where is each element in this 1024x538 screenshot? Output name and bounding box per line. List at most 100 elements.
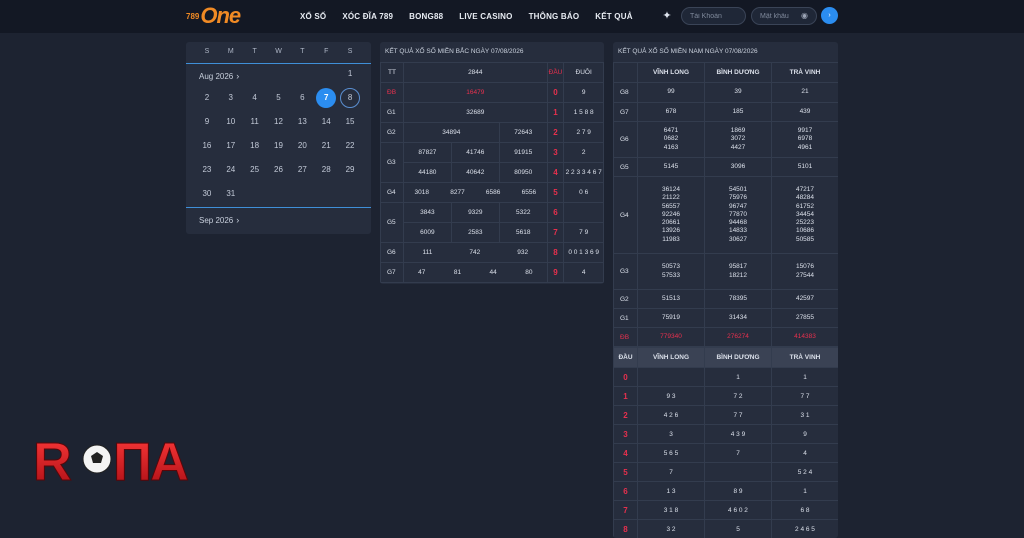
- calendar-day[interactable]: 26: [267, 160, 291, 180]
- weekday-label: S: [347, 48, 353, 55]
- calendar-blank: [219, 64, 243, 84]
- calendar-day[interactable]: 28: [314, 160, 338, 180]
- star-icon[interactable]: ✦: [661, 10, 673, 22]
- calendar-day[interactable]: 10: [219, 112, 243, 132]
- south-header-blank: [613, 62, 638, 83]
- calendar-day[interactable]: 16: [195, 136, 219, 156]
- nav-item-5[interactable]: KẾT QUẢ: [595, 12, 632, 21]
- calendar-day[interactable]: 9: [195, 112, 219, 132]
- prize-values: 42597: [771, 289, 838, 309]
- calendar-day-number: 20: [297, 141, 307, 150]
- loto-tail-digits: 3 1 8: [637, 500, 705, 520]
- eye-icon[interactable]: ◉: [801, 11, 811, 21]
- prize-value: 80: [525, 269, 533, 276]
- prize-values: 5101: [771, 157, 838, 177]
- calendar-day[interactable]: 21: [314, 136, 338, 156]
- watermark-text: R: [33, 432, 71, 484]
- loto-tail-digits: 1: [704, 367, 772, 387]
- calendar-day-number: 19: [274, 141, 283, 150]
- calendar-day-number: 3: [228, 93, 233, 102]
- loto-head-digit: 3: [546, 142, 565, 163]
- prize-value: 0682: [663, 135, 679, 143]
- loto-head-digit: 9: [546, 262, 565, 283]
- loto-head-digit: 1: [546, 102, 565, 123]
- prize-values: 39: [704, 82, 772, 103]
- calendar-day[interactable]: 30: [195, 184, 219, 204]
- loto-header-province: TRÀ VINH: [771, 347, 838, 368]
- calendar-day[interactable]: 8: [338, 88, 362, 108]
- loto-tail-digits: 3 1: [771, 405, 838, 425]
- calendar-day-number: 2: [204, 93, 210, 102]
- calendar-day[interactable]: 24: [219, 160, 243, 180]
- loto-header-province: BÌNH DƯƠNG: [704, 347, 772, 368]
- loto-tail-digits: 9: [771, 424, 838, 444]
- loto-head-digit: 8: [613, 519, 638, 538]
- prize-value: 6471: [663, 127, 679, 135]
- weekday-label: W: [275, 48, 282, 55]
- prize-values: 75919: [637, 308, 705, 328]
- loto-head-digit: 4: [613, 443, 638, 463]
- calendar-day[interactable]: 23: [195, 160, 219, 180]
- calendar-day[interactable]: 29: [338, 160, 362, 180]
- calendar-day[interactable]: 4: [243, 88, 267, 108]
- prize-value: 16479: [402, 82, 548, 103]
- month-label-next[interactable]: Sep 2026 ›: [199, 215, 239, 225]
- prize-values: 21: [771, 82, 838, 103]
- prize-value: 57533: [661, 271, 681, 279]
- calendar-day[interactable]: 7: [314, 88, 338, 108]
- calendar-day[interactable]: 11: [243, 112, 267, 132]
- calendar-day[interactable]: 22: [338, 136, 362, 156]
- prize-values: 78395: [704, 289, 772, 309]
- calendar-day-number: 28: [321, 165, 331, 174]
- nav-item-4[interactable]: THÔNG BÁO: [529, 12, 580, 21]
- loto-tail-digits: [563, 202, 604, 223]
- prize-values: 47 81 44 80: [402, 262, 548, 283]
- prize-value: 5322: [498, 202, 548, 223]
- username-input[interactable]: [681, 7, 746, 25]
- prize-label: G3: [613, 253, 638, 290]
- calendar-day[interactable]: 2: [195, 88, 219, 108]
- calendar-day[interactable]: 17: [219, 136, 243, 156]
- calendar-day[interactable]: 12: [267, 112, 291, 132]
- prize-value: 25223: [795, 219, 815, 227]
- calendar-day[interactable]: 25: [243, 160, 267, 180]
- calendar-day[interactable]: 15: [338, 112, 362, 132]
- nav-item-2[interactable]: BONG88: [409, 12, 443, 21]
- calendar-day-number: 8: [340, 88, 361, 108]
- logo[interactable]: 789 One: [186, 3, 241, 28]
- calendar-day[interactable]: 6: [290, 88, 314, 108]
- loto-tail-digits: 1: [771, 367, 838, 387]
- calendar-day[interactable]: 14: [314, 112, 338, 132]
- prize-label: G1: [380, 102, 404, 123]
- prize-value: 15076: [795, 263, 815, 271]
- prize-values: 414383: [771, 327, 838, 347]
- prize-value: 18212: [728, 271, 748, 279]
- login-button[interactable]: ›: [821, 7, 838, 24]
- calendar-day[interactable]: 31: [219, 184, 243, 204]
- calendar-day[interactable]: 5: [267, 88, 291, 108]
- prize-values: 3096: [704, 157, 772, 177]
- calendar-day[interactable]: 1: [338, 64, 362, 84]
- prize-value: 42597: [795, 294, 815, 302]
- prize-value: 61752: [795, 202, 815, 210]
- calendar-day-number: 16: [202, 141, 212, 150]
- nav-item-3[interactable]: LIVE CASINO: [459, 12, 512, 21]
- prize-value: 77870: [728, 210, 748, 218]
- calendar-day[interactable]: 19: [267, 136, 291, 156]
- loto-tail-digits: 4: [771, 443, 838, 463]
- calendar-day[interactable]: 13: [290, 112, 314, 132]
- loto-tail-digits: 7 7: [771, 386, 838, 406]
- calendar-day[interactable]: 27: [290, 160, 314, 180]
- prize-label: ĐB: [380, 82, 404, 103]
- calendar-day-number: 27: [297, 165, 307, 174]
- prize-value: 6009: [402, 222, 452, 243]
- calendar-day[interactable]: 18: [243, 136, 267, 156]
- nav-item-0[interactable]: XỔ SỐ: [300, 12, 326, 21]
- prize-value: 111: [422, 249, 433, 256]
- prize-value: 414383: [794, 332, 816, 340]
- nav-item-1[interactable]: XÓC ĐĨA 789: [342, 12, 393, 21]
- prize-value: 87827: [402, 142, 452, 163]
- calendar-day[interactable]: 3: [219, 88, 243, 108]
- calendar-day[interactable]: 20: [290, 136, 314, 156]
- top-bar: 789 One XỔ SỐ XÓC ĐĨA 789 BONG88 LIVE CASIN…: [0, 0, 1024, 33]
